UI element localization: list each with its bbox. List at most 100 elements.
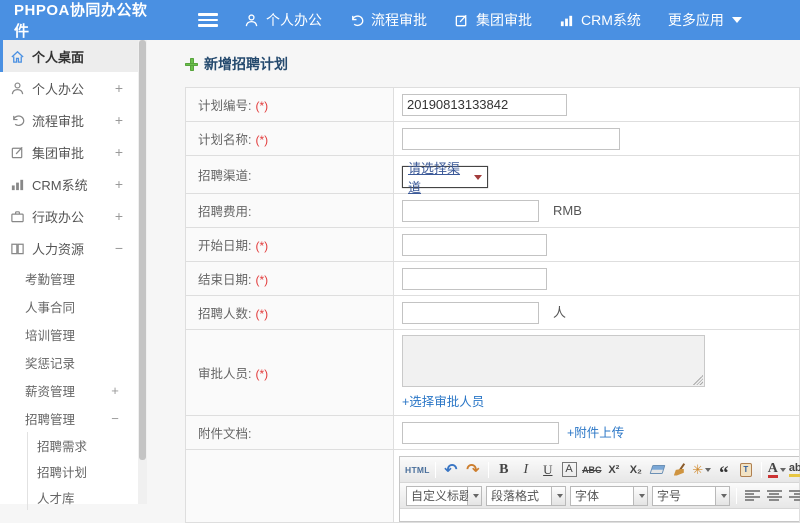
plan-number-input[interactable]: [402, 94, 567, 116]
font-size-select[interactable]: 字号: [652, 486, 730, 506]
table-row: 招聘费用: RMB: [186, 194, 800, 228]
font-color-button[interactable]: A: [767, 460, 787, 480]
sidebar-item-group-approval[interactable]: 集团审批 +: [0, 136, 138, 168]
field-label: 开始日期:: [198, 239, 251, 253]
field-label: 招聘人数:: [198, 307, 251, 321]
recruitment-plan-form: 计划编号:(*) 计划名称:(*) 招聘渠道: 请选择渠道 招聘费用: RMB …: [185, 87, 800, 523]
field-label: 计划名称:: [198, 133, 251, 147]
clean-format-icon[interactable]: [673, 463, 687, 477]
recruit-fee-input[interactable]: [402, 200, 539, 222]
rich-text-editor: HTML ↶ ↷ B I U A ABC X² X₂ ✳: [399, 456, 799, 522]
home-icon: [10, 49, 25, 64]
align-right-icon[interactable]: [789, 490, 800, 501]
caret-down-icon: [732, 17, 742, 23]
blockquote-button[interactable]: “: [714, 460, 734, 480]
expand-icon[interactable]: +: [114, 80, 124, 96]
unit-label: RMB: [553, 203, 582, 218]
approver-textarea[interactable]: [402, 335, 705, 387]
redo-icon[interactable]: ↷: [463, 460, 483, 480]
plus-icon: [185, 58, 198, 71]
align-left-icon[interactable]: [745, 490, 760, 501]
sidebar-item-admin-office[interactable]: 行政办公 +: [0, 200, 138, 232]
editor-toolbar-row2: 自定义标题 段落格式 字体 字号: [400, 483, 799, 509]
app-logo: PHPOA协同办公软件: [0, 0, 162, 41]
undo-icon[interactable]: ↶: [441, 460, 461, 480]
workflow-icon: [349, 13, 364, 28]
nav-crm-system[interactable]: CRM系统: [559, 10, 641, 30]
sidebar-item-human-resources[interactable]: 人力资源 −: [0, 232, 138, 264]
custom-title-select[interactable]: 自定义标题: [406, 486, 482, 506]
editor-content-area[interactable]: [400, 509, 799, 521]
main-content: 新增招聘计划 计划编号:(*) 计划名称:(*) 招聘渠道: 请选择渠道 招聘费…: [147, 40, 800, 504]
font-family-select[interactable]: 字体: [570, 486, 648, 506]
expand-icon[interactable]: +: [114, 208, 124, 224]
align-center-icon[interactable]: [767, 490, 782, 501]
nav-personal-office[interactable]: 个人办公: [244, 10, 322, 30]
subscript-button[interactable]: X₂: [626, 460, 646, 480]
strikethrough-button[interactable]: ABC: [582, 460, 602, 480]
caret-down-icon: [780, 468, 786, 472]
auto-typeset-button[interactable]: A: [562, 462, 577, 477]
end-date-input[interactable]: [402, 268, 547, 290]
table-row: 审批人员:(*) +选择审批人员: [186, 330, 800, 416]
nav-workflow-approval[interactable]: 流程审批: [349, 10, 427, 30]
sidebar-item-hr-contract[interactable]: 人事合同: [0, 292, 138, 320]
superscript-button[interactable]: X²: [604, 460, 624, 480]
paragraph-format-select[interactable]: 段落格式: [486, 486, 566, 506]
scrollbar-thumb[interactable]: [139, 40, 146, 460]
sidebar-item-recruit-demand[interactable]: 招聘需求: [28, 432, 138, 458]
menu-toggle-icon[interactable]: [198, 13, 218, 27]
sidebar-item-workflow-approval[interactable]: 流程审批 +: [0, 104, 138, 136]
resize-grip-icon[interactable]: [693, 375, 703, 385]
paste-text-icon[interactable]: T: [740, 463, 752, 477]
eraser-icon[interactable]: [650, 465, 666, 474]
nav-more-apps[interactable]: 更多应用: [668, 10, 742, 30]
field-label: 招聘费用:: [198, 205, 251, 219]
attachment-upload-link[interactable]: +附件上传: [567, 426, 624, 440]
sidebar-item-salary-mgmt[interactable]: 薪资管理+: [0, 376, 138, 404]
table-row: 附件文档: +附件上传: [186, 416, 800, 450]
format-painter-button[interactable]: ✳: [692, 460, 712, 480]
sidebar-item-crm-system[interactable]: CRM系统 +: [0, 168, 138, 200]
expand-icon[interactable]: +: [114, 176, 124, 192]
bar-chart-icon: [10, 177, 25, 192]
field-label: 计划编号:: [198, 99, 251, 113]
sidebar-item-recruit-mgmt[interactable]: 招聘管理−: [0, 404, 138, 432]
collapse-icon[interactable]: −: [114, 240, 124, 256]
sidebar-item-recruit-plan[interactable]: 招聘计划: [28, 458, 138, 484]
highlight-color-button[interactable]: ab: [789, 460, 800, 480]
expand-icon[interactable]: +: [114, 112, 124, 128]
sidebar-item-talent-pool[interactable]: 人才库: [28, 484, 138, 510]
underline-button[interactable]: U: [538, 460, 558, 480]
sidebar-item-personal-desktop[interactable]: 个人桌面: [0, 40, 138, 72]
headcount-input[interactable]: [402, 302, 539, 324]
required-mark: (*): [255, 307, 268, 321]
recruit-submenu: 招聘需求 招聘计划 人才库: [27, 432, 138, 510]
caret-down-icon: [557, 494, 563, 498]
field-label: 结束日期:: [198, 273, 251, 287]
sidebar-item-reward-records[interactable]: 奖惩记录: [0, 348, 138, 376]
expand-icon[interactable]: +: [114, 144, 124, 160]
collapse-icon[interactable]: −: [110, 411, 120, 426]
nav-group-approval[interactable]: 集团审批: [454, 10, 532, 30]
expand-icon[interactable]: +: [110, 383, 120, 398]
select-arrow-icon: [474, 175, 482, 180]
channel-select[interactable]: 请选择渠道: [402, 166, 488, 188]
italic-button[interactable]: I: [516, 460, 536, 480]
attachment-input[interactable]: [402, 422, 559, 444]
sidebar-item-training-mgmt[interactable]: 培训管理: [0, 320, 138, 348]
source-code-button[interactable]: HTML: [405, 460, 430, 480]
bold-button[interactable]: B: [494, 460, 514, 480]
editor-toolbar-row1: HTML ↶ ↷ B I U A ABC X² X₂ ✳: [400, 457, 799, 483]
person-icon: [10, 81, 25, 96]
sidebar-item-attendance-mgmt[interactable]: 考勤管理: [0, 264, 138, 292]
required-mark: (*): [255, 367, 268, 381]
caret-down-icon: [705, 468, 711, 472]
format-painter-icon: ✳: [692, 462, 703, 478]
plan-name-input[interactable]: [402, 128, 620, 150]
start-date-input[interactable]: [402, 234, 547, 256]
caret-down-icon: [721, 494, 727, 498]
sidebar-scrollbar[interactable]: [138, 40, 147, 504]
select-approver-link[interactable]: +选择审批人员: [402, 395, 484, 409]
sidebar-item-personal-office[interactable]: 个人办公 +: [0, 72, 138, 104]
